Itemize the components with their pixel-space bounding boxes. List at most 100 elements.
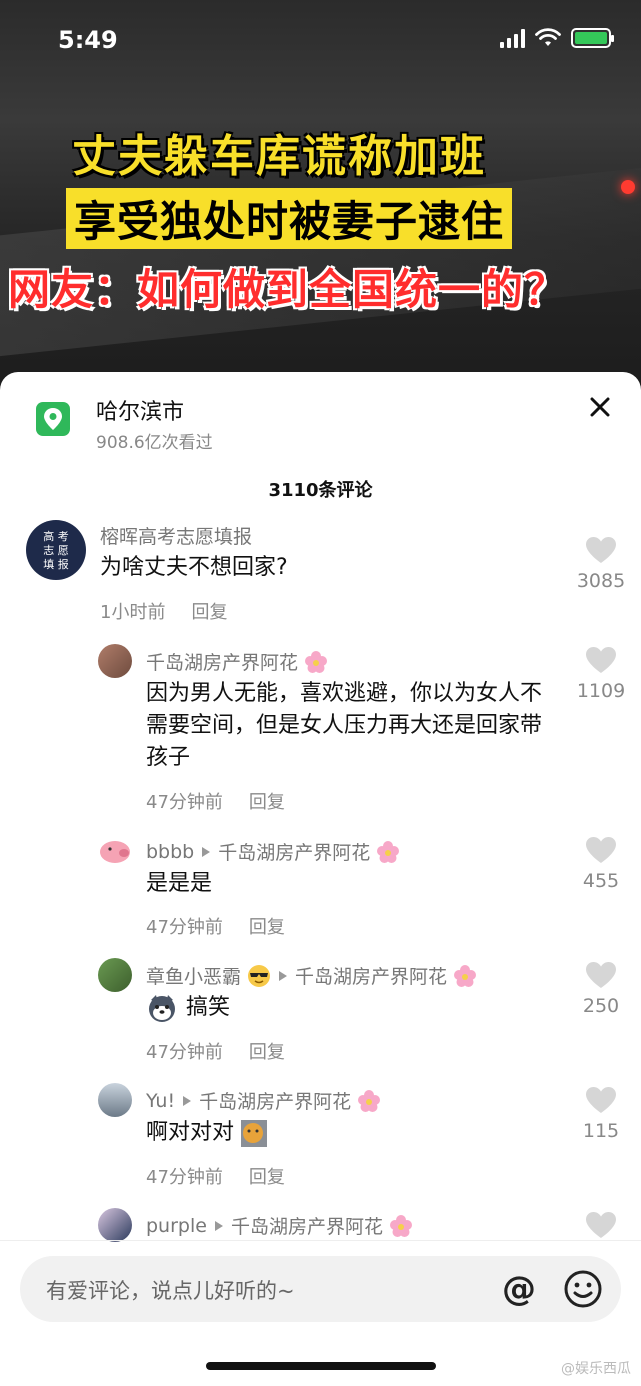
flower-emoji-icon	[377, 840, 400, 863]
mention-button[interactable]: @	[499, 1269, 539, 1309]
reply-button[interactable]: 回复	[249, 917, 285, 938]
avatar[interactable]	[98, 958, 132, 992]
reply-target-name[interactable]: 千岛湖房产界阿花	[218, 838, 370, 865]
comment-text: 啊对对对	[146, 1117, 550, 1149]
flower-emoji-icon	[389, 1214, 412, 1237]
like-count: 115	[582, 1120, 620, 1142]
like-button[interactable]	[571, 1211, 631, 1243]
video-caption-line3: 网友：如何做到全国统一的？	[8, 265, 568, 314]
home-indicator[interactable]	[206, 1362, 436, 1370]
comment-author-name[interactable]: 榕晖高考志愿填报	[100, 522, 252, 549]
husky-emoji-icon	[149, 995, 175, 1022]
comment-meta: 47分钟前 回复	[146, 1038, 285, 1064]
signal-icon	[500, 28, 525, 48]
like-button[interactable]: 3085	[571, 536, 631, 592]
comment-author-name[interactable]: Yu!	[146, 1090, 175, 1112]
reply-target-name[interactable]: 千岛湖房产界阿花	[295, 962, 447, 989]
reply-arrow-icon	[214, 1220, 223, 1231]
heart-icon	[586, 962, 616, 988]
location-title[interactable]: 哈尔滨市	[96, 394, 184, 426]
pig-avatar-icon	[100, 841, 130, 863]
svg-text:志 愿: 志 愿	[43, 544, 69, 557]
reply-button[interactable]: 回复	[249, 1167, 285, 1188]
avatar[interactable]	[98, 1208, 132, 1242]
comment-author-name[interactable]: bbbb	[146, 841, 194, 863]
comment-text: 是是是	[146, 871, 213, 896]
sunglasses-emoji-icon	[248, 964, 271, 987]
comment-meta: 47分钟前 回复	[146, 788, 285, 814]
comment-author[interactable]: 千岛湖房产界阿花	[146, 648, 328, 675]
comment-text-content: 啊对对对	[146, 1120, 235, 1145]
comment-time: 47分钟前	[146, 1042, 223, 1063]
comment-author-name[interactable]: 章鱼小恶霸	[146, 962, 241, 989]
avatar[interactable]	[98, 1083, 132, 1117]
like-count: 455	[582, 870, 620, 892]
emoji-button[interactable]	[563, 1269, 603, 1309]
comment-text: 因为男人无能，喜欢逃避，你以为女人不需要空间，但是女人压力再大还是回家带孩子	[146, 681, 543, 770]
comment-input[interactable]: 有爱评论，说点儿好听的~ @	[20, 1256, 621, 1322]
avatar[interactable]	[98, 644, 132, 678]
comment-time: 47分钟前	[146, 917, 223, 938]
reply-button[interactable]: 回复	[191, 602, 227, 623]
like-count: 3085	[576, 570, 626, 592]
close-button[interactable]	[585, 392, 615, 422]
comment-meta: 47分钟前 回复	[146, 913, 285, 939]
location-pin-icon[interactable]	[36, 402, 70, 436]
like-count: 1109	[576, 680, 626, 702]
reply-button[interactable]: 回复	[249, 1042, 285, 1063]
reply-target-name[interactable]: 千岛湖房产界阿花	[231, 1212, 383, 1239]
location-views: 908.6亿次看过	[96, 433, 213, 453]
avatar[interactable]: 高 考 志 愿 填 报	[26, 520, 86, 580]
heart-icon	[586, 1212, 616, 1238]
status-time: 5:49	[58, 26, 118, 54]
avatar-logo: 高 考 志 愿 填 报	[43, 529, 69, 571]
status-icons	[500, 28, 614, 48]
comment-author[interactable]: bbbb 千岛湖房产界阿花	[146, 838, 400, 865]
comment-author-name[interactable]: 千岛湖房产界阿花	[146, 648, 298, 675]
video-caption-line1: 丈夫躲车库谎称加班	[72, 131, 486, 182]
heart-icon	[586, 837, 616, 863]
flower-emoji-icon	[454, 964, 477, 987]
heart-icon	[586, 647, 616, 673]
status-bar: 5:49	[0, 0, 641, 80]
comment-meta: 1小时前 回复	[100, 598, 227, 624]
watermark: @娱乐西瓜	[561, 1361, 631, 1377]
reply-arrow-icon	[279, 970, 288, 981]
comment-author[interactable]: 榕晖高考志愿填报	[100, 522, 252, 549]
comment-time: 47分钟前	[146, 792, 223, 813]
like-button[interactable]: 115	[571, 1086, 631, 1142]
heart-icon	[586, 537, 616, 563]
comment-text-content: 搞笑	[186, 995, 231, 1020]
video-caption-line2: 享受独处时被妻子逮住	[66, 188, 513, 249]
comment-meta: 47分钟前 回复	[146, 1163, 285, 1189]
sticker-emoji-icon	[241, 1120, 268, 1147]
wifi-icon	[535, 28, 561, 46]
reply-button[interactable]: 回复	[249, 792, 285, 813]
like-button[interactable]: 1109	[571, 646, 631, 702]
comment-author[interactable]: purple 千岛湖房产界阿花	[146, 1212, 413, 1239]
comments-count: 3110条评论	[268, 480, 373, 501]
avatar[interactable]	[98, 834, 132, 868]
comment-author[interactable]: Yu! 千岛湖房产界阿花	[146, 1087, 381, 1114]
comment-text: 为啥丈夫不想回家?	[100, 555, 288, 580]
reply-arrow-icon	[183, 1095, 192, 1106]
smiley-icon	[564, 1270, 602, 1308]
reply-arrow-icon	[202, 846, 211, 857]
comment-time: 1小时前	[100, 602, 166, 623]
close-icon	[590, 397, 610, 417]
like-count: 250	[582, 995, 620, 1017]
flower-emoji-icon	[305, 650, 328, 673]
comment-time: 47分钟前	[146, 1167, 223, 1188]
heart-icon	[586, 1087, 616, 1113]
red-light	[621, 180, 635, 194]
flower-emoji-icon	[358, 1089, 381, 1112]
like-button[interactable]: 250	[571, 961, 631, 1017]
like-button[interactable]: 455	[571, 836, 631, 892]
battery-icon	[571, 28, 614, 48]
comment-author[interactable]: 章鱼小恶霸 千岛湖房产界阿花	[146, 962, 477, 989]
comment-input-placeholder: 有爱评论，说点儿好听的~	[46, 1279, 295, 1303]
divider	[0, 1240, 641, 1241]
reply-target-name[interactable]: 千岛湖房产界阿花	[199, 1087, 351, 1114]
comments-sheet: 哈尔滨市 908.6亿次看过 3110条评论 高 考 志 愿 填 报 榕晖高考志…	[0, 372, 641, 1386]
comment-author-name[interactable]: purple	[146, 1215, 207, 1237]
